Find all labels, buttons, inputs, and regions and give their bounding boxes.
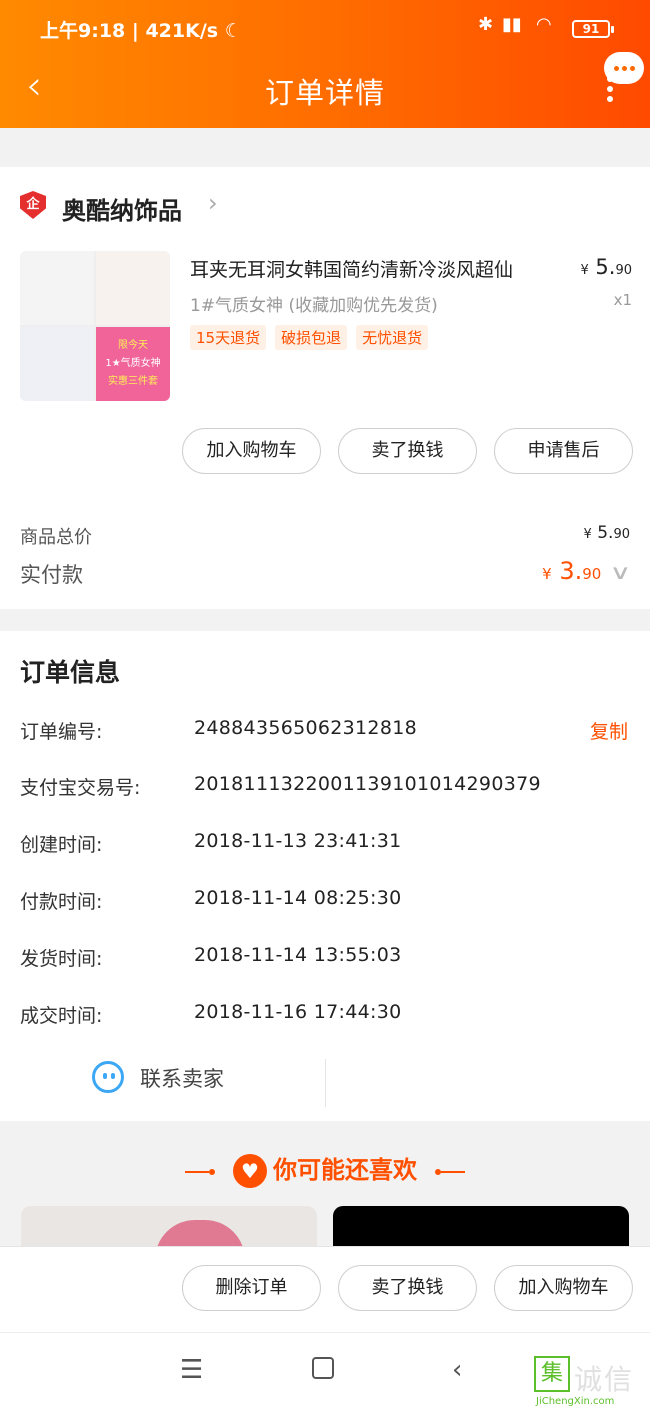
chevron-right-icon: › [208,189,218,217]
product-image[interactable]: 限今天 1★气质女神 实惠三件套 [20,251,170,401]
wifi-icon: ◠ [536,14,552,35]
more-menu-button[interactable] [602,76,618,104]
tag-damage-return: 破损包退 [275,325,348,350]
status-time-speed: 上午9:18 | 421K/s ☾ [40,20,242,42]
divider [325,1059,326,1107]
status-speed: 421K/s [145,20,219,42]
page-title: 订单详情 [264,76,385,110]
shop-name: 奥酷纳饰品 [62,197,182,225]
app-header: 上午9:18 | 421K/s ☾ ✱ ▮▮ ◠ 91 ‹ 订单详情 [0,0,650,128]
after-sales-button[interactable]: 申请售后 [494,428,633,474]
deal-time-value: 2018-11-16 17:44:30 [194,1001,402,1023]
recommend-card-2[interactable] [333,1206,629,1246]
product-sku: 1#气质女神 (收藏加购优先发货) [190,296,438,316]
moon-icon: ☾ [224,20,242,42]
order-number-value: 248843565062312818 [194,717,417,739]
chevron-down-icon: ∨ [609,560,632,584]
order-item-card: 企 奥酷纳饰品 › 限今天 1★气质女神 实惠三件套 耳夹无耳洞女韩国简约清新冷… [0,167,650,609]
created-time-label: 创建时间: [20,834,103,856]
product-quantity: x1 [613,291,632,309]
bluetooth-icon: ✱ [478,14,494,35]
recommend-title: ♥ 你可能还喜欢 [0,1150,650,1188]
total-price: ¥ 5.90 [583,523,630,543]
contact-seller-label: 联系卖家 [140,1067,224,1091]
heart-icon: ♥ [233,1154,267,1188]
alipay-trade-value: 2018111322001139101014290379 [194,773,541,795]
order-info-title: 订单信息 [20,658,121,687]
order-number-label: 订单编号: [20,721,103,743]
battery-indicator: 91 [572,20,614,38]
paid-time-label: 付款时间: [20,891,103,913]
product-price: ¥ 5.90 [580,255,632,279]
resell-button[interactable]: 卖了换钱 [338,428,477,474]
alipay-trade-label: 支付宝交易号: [20,777,141,799]
add-to-cart-button[interactable]: 加入购物车 [182,428,321,474]
product-title[interactable]: 耳夹无耳洞女韩国简约清新冷淡风超仙 [190,255,565,282]
delete-order-button[interactable]: 删除订单 [182,1265,321,1311]
service-tags: 15天退货 破损包退 无忧退货 [190,325,437,350]
paid-time-value: 2018-11-14 08:25:30 [194,887,402,909]
tag-worry-free-return: 无忧退货 [356,325,429,350]
paid-amount-toggle[interactable]: ¥ 3.90 ∨ [542,557,631,585]
back-nav-icon[interactable]: ‹ [452,1355,462,1385]
deal-time-label: 成交时间: [20,1005,103,1027]
chat-face-icon [92,1061,124,1093]
paid-label: 实付款 [20,563,83,587]
copy-button[interactable]: 复制 [590,717,628,744]
bottom-action-bar: 删除订单 卖了换钱 加入购物车 [0,1246,650,1332]
signal-icon: ▮▮ [502,14,522,35]
created-time-value: 2018-11-13 23:41:31 [194,830,402,852]
status-time: 上午9:18 [40,20,126,42]
decor-line-right [435,1157,466,1185]
pink-cap-image [155,1220,245,1246]
shipped-time-value: 2018-11-14 13:55:03 [194,944,402,966]
decor-line-left [184,1157,215,1185]
order-info-card: 订单信息 订单编号: 248843565062312818 复制 支付宝交易号:… [0,631,650,1121]
bottom-resell-button[interactable]: 卖了换钱 [338,1265,477,1311]
total-label: 商品总价 [20,527,92,548]
shipped-time-label: 发货时间: [20,948,103,970]
tag-15-day-return: 15天退货 [190,325,267,350]
recommend-card-1[interactable] [21,1206,317,1246]
bottom-add-to-cart-button[interactable]: 加入购物车 [494,1265,633,1311]
enterprise-shield-icon: 企 [20,191,46,219]
menu-icon[interactable]: ☰ [180,1355,203,1385]
home-square-icon[interactable] [312,1357,334,1379]
status-bar: 上午9:18 | 421K/s ☾ ✱ ▮▮ ◠ 91 [0,0,650,56]
